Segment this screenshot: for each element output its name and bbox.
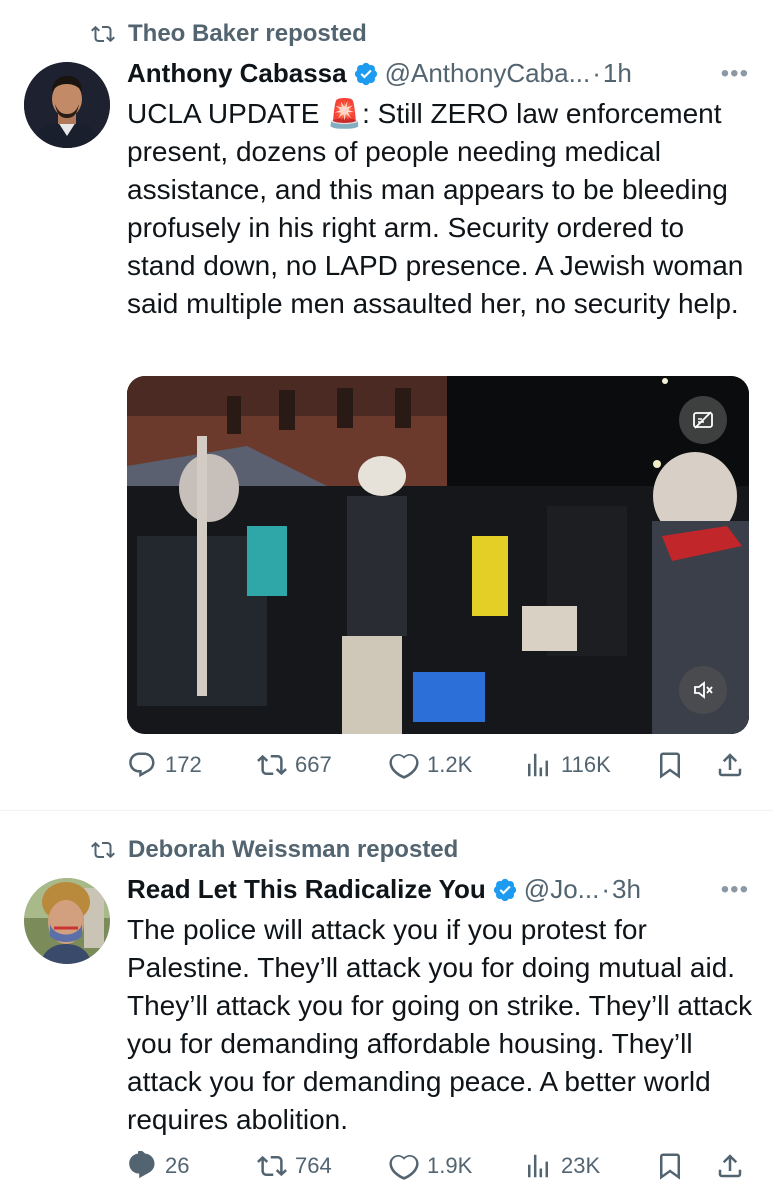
more-options-icon[interactable]: ••• [721,876,749,904]
tweet-text: UCLA UPDATE 🚨: Still ZERO law enforcemen… [127,95,757,323]
repost-icon [257,1155,287,1177]
like-button[interactable]: 1.9K [389,1151,472,1181]
mute-button[interactable] [679,666,727,714]
heart-icon [389,1154,419,1180]
timestamp[interactable]: 3h [612,874,641,905]
bookmark-icon [660,1153,680,1180]
views-count: 116K [561,752,611,777]
reply-count: 172 [165,752,202,777]
reply-button[interactable]: 172 [127,750,202,780]
repost-icon [257,754,287,776]
heart-icon [389,753,419,779]
share-button[interactable] [715,750,753,780]
captions-icon [693,411,713,429]
avatar[interactable] [24,878,110,964]
repost-label: Deborah Weissman reposted [128,836,459,863]
share-icon [718,753,742,777]
views-button[interactable]: 116K [523,750,611,780]
repost-icon [91,841,115,859]
verified-badge-icon[interactable] [492,877,518,903]
like-count: 1.9K [427,1153,473,1178]
repost-count: 667 [295,752,332,777]
timestamp[interactable]: 1h [603,58,632,89]
reply-icon [129,1151,155,1179]
share-button[interactable] [715,1151,753,1181]
tweet-text: The police will attack you if you protes… [127,914,753,1135]
captions-button[interactable] [679,396,727,444]
bookmark-icon [660,752,680,779]
like-button[interactable]: 1.2K [389,750,472,780]
views-count: 23K [561,1153,601,1178]
author-handle[interactable]: @Jo... [524,874,600,905]
reply-button[interactable]: 26 [127,1151,189,1181]
views-icon [528,1154,548,1178]
bookmark-button[interactable] [655,1151,693,1181]
tweet-divider [0,810,773,811]
author-name[interactable]: Read Let This Radicalize You [127,874,486,905]
repost-count: 764 [295,1153,332,1178]
share-icon [718,1154,742,1178]
bookmark-button[interactable] [655,750,693,780]
separator-dot: · [592,58,601,88]
reply-icon [129,752,155,778]
repost-indicator[interactable]: Theo Baker reposted [88,20,367,48]
tweet-actions: 172 667 1.2K 116K [127,750,747,790]
tweet-header: Read Let This Radicalize You @Jo... · 3h… [127,874,749,905]
avatar[interactable] [24,62,110,148]
mute-icon [694,681,713,699]
repost-button[interactable]: 764 [257,1151,332,1181]
repost-indicator[interactable]: Deborah Weissman reposted [88,836,458,864]
verified-badge-icon[interactable] [353,61,379,87]
tweet-text-body: : Still ZERO law enforcement present, do… [127,98,744,319]
separator-dot: · [601,874,610,904]
more-options-icon[interactable]: ••• [721,60,749,88]
like-count: 1.2K [427,752,473,777]
reply-count: 26 [165,1153,190,1178]
tweet-actions: 26 764 1.9K 23K [127,1151,747,1191]
tweet-text-prefix: UCLA UPDATE [127,98,328,129]
tweet-header: Anthony Cabassa @AnthonyCaba... · 1h ••• [127,58,749,89]
repost-icon [91,25,115,43]
siren-emoji: 🚨 [327,98,363,129]
repost-label: Theo Baker reposted [128,20,367,47]
views-button[interactable]: 23K [523,1151,600,1181]
repost-button[interactable]: 667 [257,750,332,780]
author-handle[interactable]: @AnthonyCaba... [385,58,591,89]
views-icon [528,753,548,777]
video-player[interactable] [127,376,749,734]
video-thumbnail [127,376,749,734]
author-name[interactable]: Anthony Cabassa [127,58,347,89]
